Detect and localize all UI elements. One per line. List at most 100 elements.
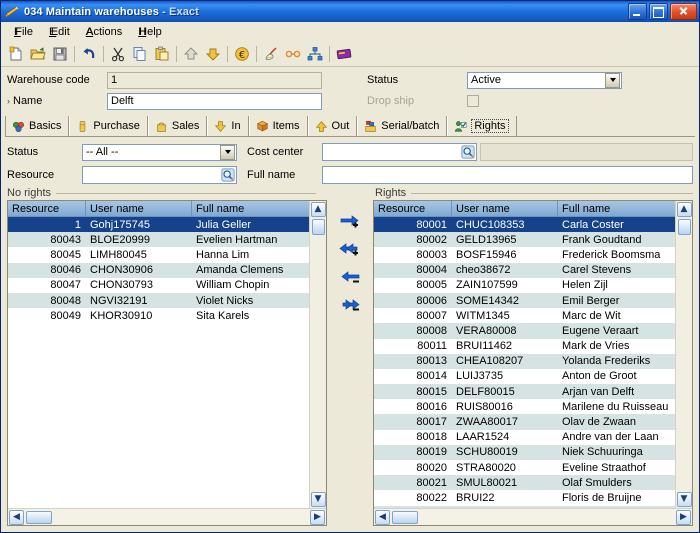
column-header-resource[interactable]: Resource xyxy=(374,201,452,216)
open-icon[interactable] xyxy=(27,43,49,65)
tab-basics[interactable]: Basics xyxy=(5,116,70,136)
scroll-up-button[interactable]: ▲ xyxy=(676,202,692,217)
maximize-button[interactable] xyxy=(649,3,668,20)
scroll-right-button[interactable]: ▶ xyxy=(310,509,325,525)
move-right-button[interactable] xyxy=(336,212,364,230)
status-dropdown[interactable]: Active xyxy=(467,71,622,89)
table-cell-full: Evelien Hartman xyxy=(196,233,278,246)
cut-icon[interactable] xyxy=(107,43,129,65)
table-row[interactable]: 80021 SMUL80021 Olaf Smulders xyxy=(374,475,675,491)
org-chart-icon[interactable] xyxy=(304,43,326,65)
move-all-left-button[interactable] xyxy=(336,296,364,314)
move-left-button[interactable] xyxy=(336,268,364,286)
undo-icon[interactable] xyxy=(78,43,100,65)
table-row[interactable]: 80019 SCHU80019 Niek Schuuringa xyxy=(374,444,675,460)
tab-out[interactable]: Out xyxy=(307,116,358,136)
tab-serial-batch[interactable]: Serial/batch xyxy=(357,116,448,136)
column-header-full-name[interactable]: Full name xyxy=(192,201,309,216)
table-row[interactable]: 80043 BLOE20999 Evelien Hartman xyxy=(8,232,309,248)
arrow-up-icon[interactable] xyxy=(180,43,202,65)
column-header-user-name[interactable]: User name xyxy=(452,201,558,216)
close-button[interactable] xyxy=(670,3,697,20)
warehouse-name-input[interactable] xyxy=(107,92,322,110)
scroll-down-button[interactable]: ▼ xyxy=(676,492,692,507)
magnifier-icon[interactable] xyxy=(220,168,235,183)
scroll-thumb[interactable] xyxy=(677,219,691,235)
rights-horizontal-scrollbar[interactable]: ◀ ▶ xyxy=(374,508,692,525)
tab-sales[interactable]: Sales xyxy=(147,116,208,136)
arrow-down-icon[interactable] xyxy=(202,43,224,65)
table-row[interactable]: 80046 CHON30906 Amanda Clemens xyxy=(8,262,309,278)
tab-purchase[interactable]: Purchase xyxy=(69,116,148,136)
scroll-right-button[interactable]: ▶ xyxy=(676,509,691,525)
table-row[interactable]: 80001 CHUC108353 Carla Coster xyxy=(374,217,675,233)
broom-icon[interactable] xyxy=(260,43,282,65)
table-row[interactable]: 80007 WITM1345 Marc de Wit xyxy=(374,308,675,323)
copy-icon[interactable] xyxy=(129,43,151,65)
table-row[interactable]: 80020 STRA80020 Eveline Straathof xyxy=(374,460,675,475)
table-row[interactable]: 80049 KHOR30910 Sita Karels xyxy=(8,308,309,323)
no-rights-header-row: Resource User name Full name xyxy=(8,201,309,217)
menu-actions[interactable]: AActions xyxy=(79,24,129,40)
card-icon[interactable] xyxy=(333,43,355,65)
minimize-button[interactable] xyxy=(628,3,647,20)
currency-euro-icon[interactable]: € xyxy=(231,43,253,65)
tab-in[interactable]: In xyxy=(207,116,249,136)
filter-status-dropdown[interactable]: -- All -- xyxy=(82,143,237,161)
menu-edit[interactable]: EEdit xyxy=(42,24,77,40)
scroll-down-button[interactable]: ▼ xyxy=(310,492,326,507)
table-row[interactable]: 80016 RUIS80016 Marilene du Ruisseau xyxy=(374,399,675,414)
no-rights-vertical-scrollbar[interactable]: ▲ ▼ xyxy=(309,201,326,508)
table-row[interactable]: 80022 BRUI22 Floris de Bruijne xyxy=(374,490,675,505)
table-cell-user: SMUL80021 xyxy=(456,476,518,489)
glasses-icon[interactable] xyxy=(282,43,304,65)
magnifier-icon[interactable] xyxy=(460,145,475,160)
table-row[interactable]: 80018 LAAR1524 Andre van der Laan xyxy=(374,430,675,445)
filter-resource-input[interactable] xyxy=(82,166,237,184)
rights-vertical-scrollbar[interactable]: ▲ ▼ xyxy=(675,201,692,508)
chevron-down-icon[interactable] xyxy=(220,144,235,160)
table-row[interactable]: 1 Gohj175745 Julia Geller xyxy=(8,217,309,233)
scroll-left-button[interactable]: ◀ xyxy=(375,509,390,525)
table-row[interactable]: 80011 BRUI11462 Mark de Vries xyxy=(374,339,675,354)
scroll-track[interactable] xyxy=(311,235,326,491)
menu-help[interactable]: HHelp xyxy=(131,24,169,40)
hscroll-thumb[interactable] xyxy=(26,510,52,524)
menu-file[interactable]: FFile xyxy=(7,24,40,40)
paste-icon[interactable] xyxy=(151,43,173,65)
table-cell-full: Mark de Vries xyxy=(562,340,630,353)
no-rights-horizontal-scrollbar[interactable]: ◀ ▶ xyxy=(8,508,326,525)
column-header-user-name[interactable]: User name xyxy=(86,201,192,216)
table-row[interactable]: 80045 LIMH80045 Hanna Lim xyxy=(8,247,309,262)
table-row[interactable]: 80013 CHEA108207 Yolanda Frederiks xyxy=(374,353,675,369)
table-row[interactable]: 80017 ZWAA80017 Olav de Zwaan xyxy=(374,414,675,430)
table-row[interactable]: 80048 NGVI32191 Violet Nicks xyxy=(8,292,309,309)
transfer-button-column xyxy=(327,200,373,526)
warehouse-code-input[interactable] xyxy=(107,71,322,89)
filter-full-name-input[interactable] xyxy=(322,166,693,184)
tab-rights[interactable]: Rights xyxy=(447,116,517,136)
table-cell-full: Frank Goudtand xyxy=(562,233,642,246)
scroll-left-button[interactable]: ◀ xyxy=(9,509,24,525)
table-row[interactable]: 80014 LUIJ3735 Anton de Groot xyxy=(374,369,675,384)
table-row[interactable]: 80047 CHON30793 William Chopin xyxy=(8,278,309,293)
table-row[interactable]: 80005 ZAIN107599 Helen Zijl xyxy=(374,278,675,293)
table-row[interactable]: 80002 GELD13965 Frank Goudtand xyxy=(374,232,675,248)
table-row[interactable]: 80008 VERA80008 Eugene Veraart xyxy=(374,323,675,339)
move-all-right-button[interactable] xyxy=(336,240,364,258)
new-icon[interactable] xyxy=(5,43,27,65)
scroll-thumb[interactable] xyxy=(311,219,325,235)
tab-items[interactable]: Items xyxy=(248,116,308,136)
table-row[interactable]: 80004 cheo38672 Carel Stevens xyxy=(374,262,675,278)
save-icon[interactable] xyxy=(49,43,71,65)
column-header-resource[interactable]: Resource xyxy=(8,201,86,216)
table-row[interactable]: 80006 SOME14342 Emil Berger xyxy=(374,292,675,309)
scroll-up-button[interactable]: ▲ xyxy=(310,202,326,217)
table-row[interactable]: 80015 DELF80015 Arjan van Delft xyxy=(374,384,675,400)
table-row[interactable]: 80003 BOSF15946 Frederick Boomsma xyxy=(374,247,675,262)
hscroll-thumb[interactable] xyxy=(392,510,418,524)
filter-cost-center-input[interactable] xyxy=(322,143,477,161)
chevron-down-icon[interactable] xyxy=(605,72,620,88)
scroll-track[interactable] xyxy=(677,235,692,491)
column-header-full-name[interactable]: Full name xyxy=(558,201,675,216)
